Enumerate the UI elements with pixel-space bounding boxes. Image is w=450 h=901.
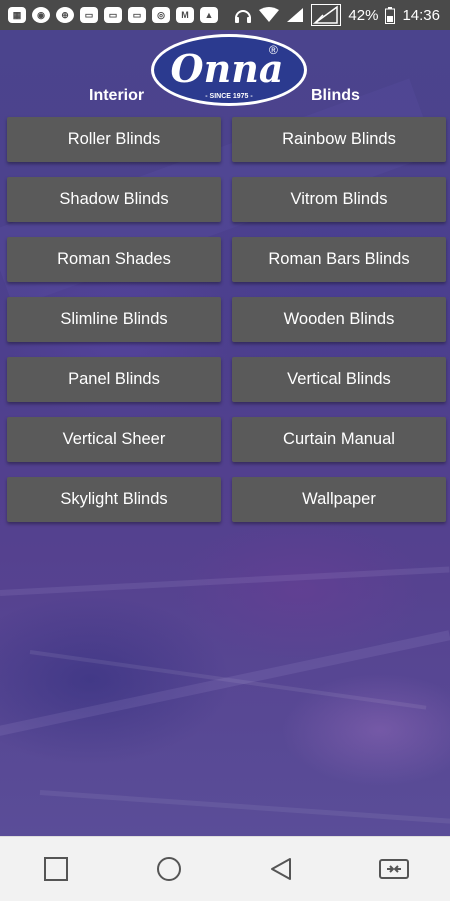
notification-icons: ▦ ◉ ⊕ ▭ ▭ ▭ ◎ M ▲ bbox=[0, 7, 218, 23]
wooden-blinds-button[interactable]: Wooden Blinds bbox=[232, 297, 446, 342]
roman-shades-button[interactable]: Roman Shades bbox=[7, 237, 221, 282]
logo-wordmark: Onna bbox=[171, 46, 284, 91]
battery-icon bbox=[385, 6, 396, 24]
wallpaper-button[interactable]: Wallpaper bbox=[232, 477, 446, 522]
screen-switch-icon bbox=[378, 859, 409, 879]
vitrom-blinds-button[interactable]: Vitrom Blinds bbox=[232, 177, 446, 222]
home-button[interactable] bbox=[144, 844, 194, 894]
screen-switch-button[interactable] bbox=[369, 844, 419, 894]
navigation-bar bbox=[0, 836, 450, 901]
header-label-blinds: Blinds bbox=[311, 87, 360, 104]
signal-icon bbox=[287, 8, 304, 22]
registered-mark: ® bbox=[269, 43, 278, 57]
headphones-icon bbox=[235, 10, 252, 23]
status-bar: ▦ ◉ ⊕ ▭ ▭ ▭ ◎ M ▲ 42% 14:36 bbox=[0, 0, 450, 30]
back-triangle-icon bbox=[271, 858, 292, 880]
back-button[interactable] bbox=[256, 844, 306, 894]
bag-icon: ▭ bbox=[80, 7, 98, 23]
product-menu: Roller Blinds Rainbow Blinds Shadow Blin… bbox=[7, 117, 446, 522]
gmail-icon: M bbox=[176, 7, 194, 23]
wifi-icon bbox=[259, 7, 280, 22]
panel-blinds-button[interactable]: Panel Blinds bbox=[7, 357, 221, 402]
slimline-blinds-button[interactable]: Slimline Blinds bbox=[7, 297, 221, 342]
app-notification-icon: ▦ bbox=[8, 7, 26, 23]
onna-logo: Onna ® - SINCE 1975 - bbox=[151, 34, 307, 106]
bag-icon: ▭ bbox=[128, 7, 146, 23]
header-label-interior: Interior bbox=[89, 87, 145, 104]
vertical-blinds-button[interactable]: Vertical Blinds bbox=[232, 357, 446, 402]
image-icon: ▲ bbox=[200, 7, 218, 23]
app-notification-icon: ◉ bbox=[32, 7, 50, 23]
recents-button[interactable] bbox=[31, 844, 81, 894]
bag-icon: ▭ bbox=[104, 7, 122, 23]
roller-blinds-button[interactable]: Roller Blinds bbox=[7, 117, 221, 162]
rainbow-blinds-button[interactable]: Rainbow Blinds bbox=[232, 117, 446, 162]
battery-percent: 42% bbox=[348, 6, 379, 24]
clock: 14:36 bbox=[402, 6, 440, 24]
shadow-blinds-button[interactable]: Shadow Blinds bbox=[7, 177, 221, 222]
roman-bars-blinds-button[interactable]: Roman Bars Blinds bbox=[232, 237, 446, 282]
home-circle-icon bbox=[156, 857, 181, 881]
recents-square-icon bbox=[44, 857, 69, 881]
curtain-manual-button[interactable]: Curtain Manual bbox=[232, 417, 446, 462]
app-header: Onna ® - SINCE 1975 - Interior Blinds bbox=[0, 30, 450, 112]
instagram-icon: ◎ bbox=[152, 7, 170, 23]
app-notification-icon: ⊕ bbox=[56, 7, 74, 23]
logo-tagline: - SINCE 1975 - bbox=[205, 93, 253, 100]
skylight-blinds-button[interactable]: Skylight Blinds bbox=[7, 477, 221, 522]
signal-empty-icon bbox=[311, 4, 342, 26]
vertical-sheer-button[interactable]: Vertical Sheer bbox=[7, 417, 221, 462]
